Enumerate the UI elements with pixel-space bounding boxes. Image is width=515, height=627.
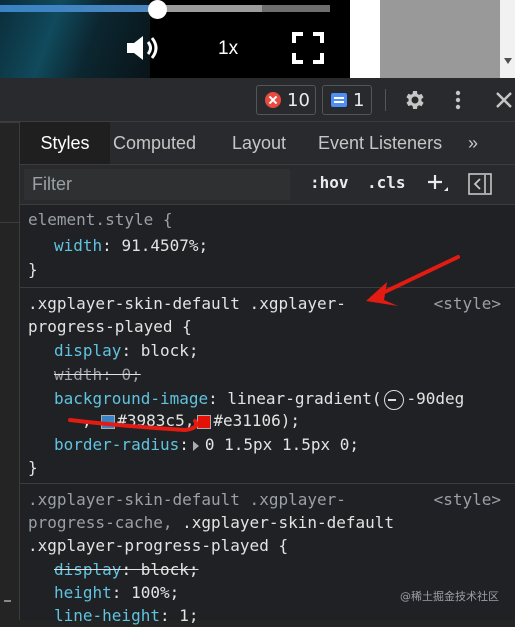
css-declaration[interactable]: height: 100%; <box>54 582 179 604</box>
progress-thumb[interactable] <box>148 0 167 19</box>
css-declaration[interactable]: line-height: 1; <box>54 605 199 627</box>
css-selector[interactable]: element.style { <box>28 209 173 231</box>
volume-icon[interactable] <box>124 33 160 63</box>
css-selector-cont: .xgplayer-progress-played { <box>28 536 289 555</box>
css-selector-cont: progress-cache, .xgplayer-skin-default <box>28 513 395 532</box>
new-style-rule-icon[interactable] <box>425 172 449 196</box>
toolbar-divider <box>385 89 386 111</box>
close-icon[interactable] <box>492 88 515 112</box>
tab-computed[interactable]: Computed <box>113 122 196 164</box>
tab-event-listeners[interactable]: Event Listeners <box>318 122 442 164</box>
css-declaration-cont: , #3983c5, #e31106); <box>82 411 301 430</box>
pane-divider <box>0 122 20 123</box>
errors-count: 10 <box>287 89 310 111</box>
page-scrollbar[interactable] <box>500 0 515 78</box>
progress-played <box>0 5 158 12</box>
scroll-down-icon[interactable] <box>504 58 512 64</box>
css-declaration[interactable]: width: 91.4507%; <box>54 235 208 257</box>
error-icon <box>265 92 281 108</box>
tab-layout[interactable]: Layout <box>232 122 286 164</box>
tab-overflow-button[interactable]: » <box>468 122 478 164</box>
page-panel <box>380 0 500 78</box>
pane-marker <box>4 600 11 602</box>
expand-triangle-icon[interactable] <box>192 440 199 451</box>
styles-pane: element.style { width: 91.4507%; } .xgpl… <box>20 205 515 625</box>
css-rule-close: } <box>28 260 38 279</box>
messages-badge[interactable]: 1 <box>322 85 372 115</box>
more-vertical-icon[interactable] <box>452 88 464 112</box>
css-selector[interactable]: .xgplayer-skin-default .xgplayer- <box>28 489 346 511</box>
cls-toggle-button[interactable]: .cls <box>367 173 406 192</box>
elements-pane-edge <box>0 122 20 620</box>
color-swatch-red[interactable] <box>197 414 212 429</box>
styles-filter-bar: :hov .cls <box>20 165 515 205</box>
fullscreen-icon[interactable] <box>290 30 326 66</box>
style-source-link[interactable]: <style> <box>434 489 501 511</box>
css-rule-close: } <box>28 458 38 477</box>
color-swatch-blue[interactable] <box>101 414 116 429</box>
messages-count: 1 <box>353 89 365 111</box>
playback-rate-button[interactable]: 1x <box>218 38 238 60</box>
css-selector[interactable]: .xgplayer-skin-default .xgplayer- <box>28 293 346 315</box>
rule-divider <box>20 287 515 288</box>
style-source-link[interactable]: <style> <box>434 293 501 315</box>
tab-styles[interactable]: Styles <box>20 122 110 164</box>
gradient-angle-icon[interactable] <box>383 389 404 410</box>
css-selector-cont: progress-played { <box>28 317 192 336</box>
css-declaration-overridden[interactable]: display: block; <box>54 559 199 581</box>
devtools-toolbar: 10 1 <box>0 78 515 122</box>
gear-icon[interactable] <box>402 88 426 112</box>
css-declaration[interactable]: background-image: linear-gradient(-90deg <box>54 388 464 410</box>
css-declaration[interactable]: border-radius: 0 1.5px 1.5px 0; <box>54 434 359 456</box>
hov-toggle-button[interactable]: :hov <box>310 173 349 192</box>
pane-divider <box>0 222 20 223</box>
message-icon <box>331 93 347 107</box>
rule-divider <box>20 483 515 484</box>
css-declaration[interactable]: display: block; <box>54 340 199 362</box>
sidebar-toggle-icon[interactable] <box>468 173 492 195</box>
css-declaration-overridden[interactable]: width: 0; <box>54 364 141 386</box>
styles-tabbar: Styles Computed Layout Event Listeners » <box>20 122 515 165</box>
errors-badge[interactable]: 10 <box>256 85 316 115</box>
watermark: @稀土掘金技术社区 <box>400 590 499 603</box>
video-player[interactable]: 1x <box>0 0 350 78</box>
filter-input[interactable] <box>24 169 290 200</box>
